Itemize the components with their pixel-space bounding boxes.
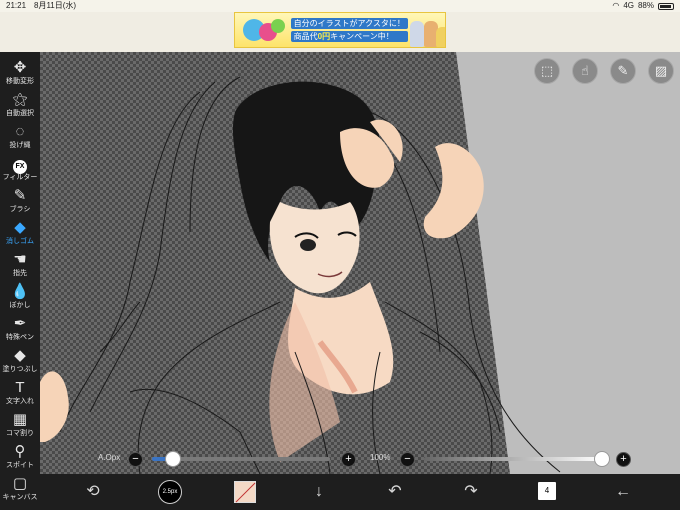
tool-label: キャンバス xyxy=(2,494,38,501)
color-swatch-button[interactable] xyxy=(234,481,256,503)
tool-label: 特殊ペン xyxy=(6,334,34,341)
tool-label: 指先 xyxy=(13,270,27,277)
magic-wand-icon: ⚝ xyxy=(12,91,28,108)
status-time: 21:21 xyxy=(6,1,27,10)
eyedropper-icon: ⚲ xyxy=(14,443,26,460)
blur-drop-icon: 💧 xyxy=(10,283,30,300)
tool-label: ブラシ xyxy=(9,206,31,213)
ad-line-1: 自分のイラストがアクスタに！ xyxy=(290,18,408,29)
canvas-area[interactable]: ⬚ ☝ ✎ ▨ xyxy=(40,52,680,474)
back-arrow-icon[interactable]: ← xyxy=(610,480,636,504)
battery-percent: 88% xyxy=(637,1,654,10)
brush-size-button[interactable]: 2.5px xyxy=(158,480,182,504)
download-arrow-icon[interactable]: ↓ xyxy=(306,480,332,504)
tool-label: コマ割り xyxy=(6,430,34,437)
tool-label: ぼかし xyxy=(9,302,31,309)
tool-9[interactable]: ◆ 塗りつぶし xyxy=(0,346,40,379)
opacity-slider-track[interactable] xyxy=(424,457,602,461)
tool-label: 移動変形 xyxy=(6,78,34,85)
lasso-icon: ◌ xyxy=(15,123,25,140)
opacity-plus-button[interactable]: + xyxy=(616,452,631,467)
status-date: 8月11日(水) xyxy=(34,1,77,10)
tool-4[interactable]: ✎ ブラシ xyxy=(0,186,40,219)
ad-line-2: 商品代0円キャンペーン中！ xyxy=(290,31,408,42)
ad-banner[interactable]: 自分のイラストがアクスタに！ 商品代0円キャンペーン中！ xyxy=(234,12,446,48)
size-minus-button[interactable]: − xyxy=(128,452,143,467)
tool-13[interactable]: ▢ キャンバス xyxy=(0,474,40,507)
tool-11[interactable]: ▦ コマ割り xyxy=(0,410,40,443)
tool-label: 塗りつぶし xyxy=(2,366,38,373)
opacity-label: 100% xyxy=(370,453,391,462)
artwork-illustration xyxy=(40,76,561,474)
tool-label: 消しゴム xyxy=(6,238,34,245)
eraser-icon: ◆ xyxy=(14,219,26,236)
redo-icon[interactable]: ↷ xyxy=(458,480,484,504)
ad-characters-image xyxy=(408,13,445,47)
tool-label: 文字入れ xyxy=(6,398,34,405)
transform-icon[interactable]: ⟲ xyxy=(80,480,106,504)
tool-6[interactable]: ☚ 指先 xyxy=(0,250,40,283)
brush-icon: ✎ xyxy=(13,187,27,204)
panel-icon: ▦ xyxy=(12,411,28,428)
fill-icon: ◆ xyxy=(14,347,26,364)
text-icon: T xyxy=(15,379,25,396)
tool-12[interactable]: ⚲ スポイト xyxy=(0,442,40,475)
status-bar: 21:21 8月11日(水) ◠ 4G 88% xyxy=(0,0,680,12)
pen-icon[interactable]: ✎ xyxy=(610,58,636,84)
bottom-toolbar: ⟲ 2.5px ↓ ↶ ↷ 4 ← xyxy=(40,474,680,510)
top-right-tools: ⬚ ☝ ✎ ▨ xyxy=(534,58,674,84)
tool-8[interactable]: ✒ 特殊ペン xyxy=(0,314,40,347)
tool-7[interactable]: 💧 ぼかし xyxy=(0,282,40,315)
wifi-icon: ◠ xyxy=(612,1,620,10)
network-label: 4G xyxy=(623,1,634,10)
tool-label: 投げ縄 xyxy=(9,142,31,149)
size-slider-thumb[interactable] xyxy=(165,451,182,467)
tool-10[interactable]: T 文字入れ xyxy=(0,378,40,411)
tool-1[interactable]: ⚝ 自動選択 xyxy=(0,90,40,123)
image-icon[interactable]: ▨ xyxy=(648,58,674,84)
tool-label: 自動選択 xyxy=(6,110,34,117)
opacity-slider-thumb[interactable] xyxy=(594,451,610,467)
move-icon: ✥ xyxy=(13,59,27,76)
tool-5[interactable]: ◆ 消しゴム xyxy=(0,218,40,251)
left-toolbar: ✥ 移動変形 ⚝ 自動選択 ◌ 投げ縄 FX フィルター ✎ ブラシ ◆ 消しゴム ☚ 指先 💧 ぼかし ✒ 特殊… xyxy=(0,52,40,510)
tool-3[interactable]: FX フィルター xyxy=(0,154,40,187)
tool-0[interactable]: ✥ 移動変形 xyxy=(0,58,40,91)
layers-button[interactable]: 4 xyxy=(538,482,556,500)
undo-icon[interactable]: ↶ xyxy=(382,480,408,504)
fx-icon: FX xyxy=(0,154,40,174)
tool-label: スポイト xyxy=(6,462,34,469)
opacity-minus-button[interactable]: − xyxy=(400,452,415,467)
slider-row: A.Opx − + 100% − + xyxy=(40,450,680,468)
tool-2[interactable]: ◌ 投げ縄 xyxy=(0,122,40,155)
ad-text: 自分のイラストがアクスタに！ 商品代0円キャンペーン中！ xyxy=(290,18,408,42)
size-plus-button[interactable]: + xyxy=(341,452,356,467)
special-pen-icon: ✒ xyxy=(13,315,27,332)
tool-label: フィルター xyxy=(2,174,38,181)
canvas-icon: ▢ xyxy=(12,475,28,492)
battery-icon xyxy=(658,2,674,10)
selection-icon[interactable]: ⬚ xyxy=(534,58,560,84)
ad-logo xyxy=(235,13,291,47)
touch-icon[interactable]: ☝ xyxy=(572,58,598,84)
finger-icon: ☚ xyxy=(13,251,27,268)
brush-size-label: A.Opx xyxy=(98,453,121,462)
status-right: ◠ 4G 88% xyxy=(612,0,674,12)
